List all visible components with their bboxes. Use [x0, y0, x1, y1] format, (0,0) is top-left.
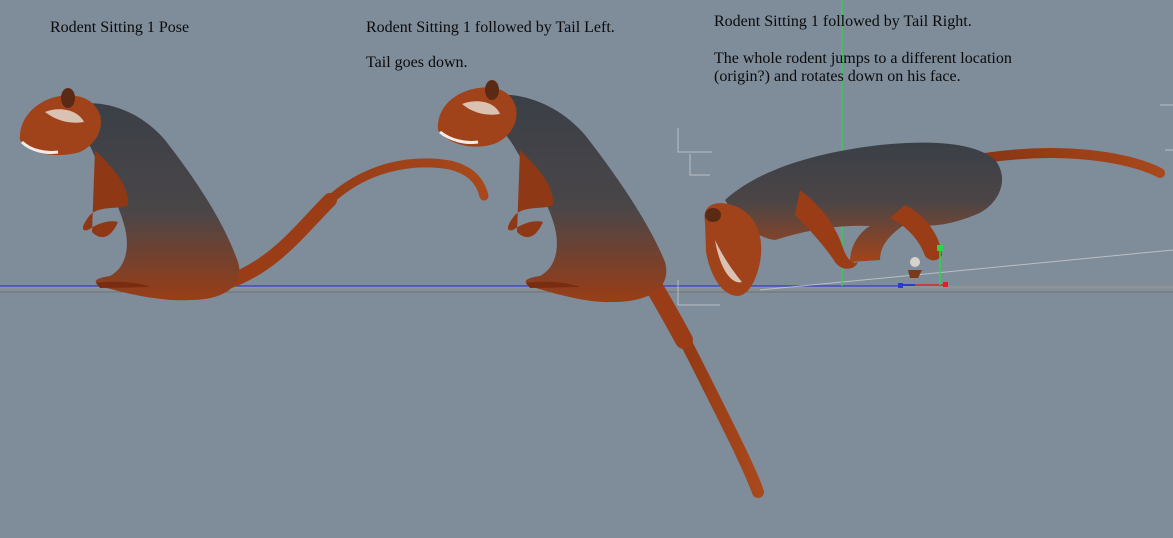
rodent-sitting-pose[interactable] [19, 88, 489, 301]
panel-3-note-line-2: (origin?) and rotates down on his face. [714, 68, 961, 85]
transform-gizmo[interactable] [898, 245, 948, 288]
panel-3-note-line-1: The whole rodent jumps to a different lo… [714, 50, 1012, 67]
panel-1-title: Rodent Sitting 1 Pose [50, 19, 190, 36]
3d-viewport[interactable]: Rodent Sitting 1 Pose Rodent Sitting 1 f… [0, 0, 1173, 538]
scene-render [0, 0, 1173, 498]
panel-2-note: Tail goes down. [366, 54, 468, 71]
panel-3-title: Rodent Sitting 1 followed by Tail Right. [714, 13, 972, 30]
panel-2-title: Rodent Sitting 1 followed by Tail Left. [366, 19, 615, 36]
